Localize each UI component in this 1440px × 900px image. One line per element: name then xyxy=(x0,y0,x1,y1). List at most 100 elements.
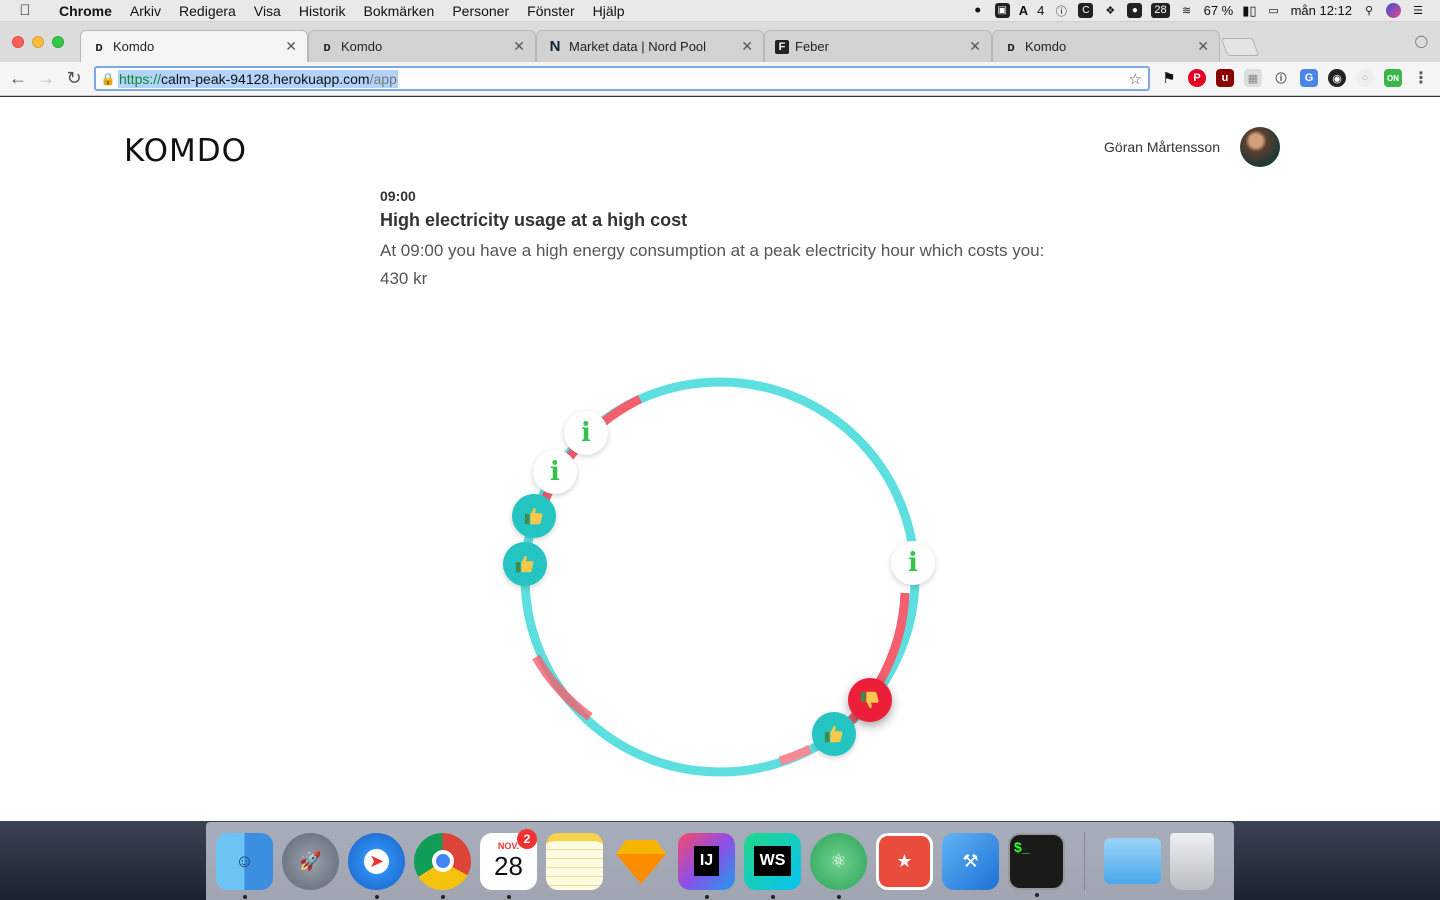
onepassword-icon[interactable]: ⓘ xyxy=(1053,3,1069,19)
extension-grid-icon[interactable]: ▦ xyxy=(1244,69,1262,87)
ring-marker-good[interactable] xyxy=(512,494,556,538)
thumbs-down-icon xyxy=(860,691,879,709)
notification-title: High electricity usage at a high cost xyxy=(380,210,688,230)
ring-marker-good[interactable] xyxy=(812,712,856,756)
user-avatar[interactable] xyxy=(1240,127,1280,167)
dock: ☺ 🚀 ➤ NOV. 28 2 IJ WS ⚛ ★ ⚒ $_ xyxy=(206,822,1234,900)
launchpad-icon[interactable]: 🚀 xyxy=(282,832,339,890)
calendar-icon[interactable]: NOV. 28 2 xyxy=(480,828,537,899)
status-dark-circle-icon[interactable]: ⚫ xyxy=(970,3,986,19)
menu-arkiv[interactable]: Arkiv xyxy=(121,3,170,19)
calendar-badge: 2 xyxy=(517,828,537,849)
spotlight-search-icon[interactable]: ⚲ xyxy=(1361,3,1377,19)
window-minimize-button[interactable] xyxy=(32,36,44,48)
info-icon: i xyxy=(908,548,918,578)
notification-body: At 09:00 you have a high energy consumpt… xyxy=(380,241,1045,288)
apple-icon[interactable]:  xyxy=(0,2,50,19)
ring-marker-info[interactable]: i xyxy=(564,411,608,455)
thumbs-up-icon xyxy=(824,725,843,743)
tab-nordpool[interactable]: N Market data | Nord Pool ✕ xyxy=(536,30,764,62)
url-scheme: https:// xyxy=(119,70,162,87)
menu-personer[interactable]: Personer xyxy=(443,3,518,19)
window-close-button[interactable] xyxy=(12,36,24,48)
menu-fonster[interactable]: Fönster xyxy=(518,3,583,19)
status-c-icon[interactable]: C xyxy=(1078,3,1094,18)
ring-marker-good[interactable] xyxy=(503,542,547,586)
user-name[interactable]: Göran Mårtensson xyxy=(1104,139,1220,155)
tab-komdo-2[interactable]: ᴅ Komdo ✕ xyxy=(308,30,536,62)
dropbox-icon[interactable]: ❖ xyxy=(1102,3,1118,19)
menu-app-name[interactable]: Chrome xyxy=(50,3,121,19)
wunderlist-icon[interactable]: ★ xyxy=(876,832,933,890)
extension-faded-icon[interactable]: ○ xyxy=(1356,69,1374,87)
forward-arrow-icon[interactable]: → xyxy=(32,68,60,89)
chrome-icon[interactable] xyxy=(414,832,471,899)
adobe-icon[interactable]: A xyxy=(1019,3,1028,18)
feber-f-icon: F xyxy=(775,39,789,54)
notes-icon[interactable] xyxy=(546,832,603,890)
menu-bokmarken[interactable]: Bokmärken xyxy=(355,3,444,19)
profile-icon[interactable]: ◯ xyxy=(1415,34,1428,48)
ring-marker-info[interactable]: i xyxy=(533,450,577,494)
adobe-count: 4 xyxy=(1037,3,1045,18)
pinterest-icon[interactable]: P xyxy=(1188,69,1206,87)
reload-icon[interactable]: ↻ xyxy=(60,68,88,89)
notification-center-icon[interactable]: ☰ xyxy=(1410,3,1426,19)
tab-close-icon[interactable]: ✕ xyxy=(1197,38,1209,55)
webstorm-icon[interactable]: WS xyxy=(744,832,801,899)
wifi-icon[interactable]: ≋ xyxy=(1179,3,1195,19)
menu-hjalp[interactable]: Hjälp xyxy=(584,3,634,19)
thumbs-up-icon xyxy=(515,555,534,573)
calendar-day-badge[interactable]: 28 xyxy=(1151,3,1170,18)
google-translate-icon[interactable]: G xyxy=(1300,69,1318,87)
status-box-icon[interactable]: ▣ xyxy=(994,3,1010,18)
extension-gun-icon[interactable]: ⚑ xyxy=(1160,69,1178,87)
calendar-day: 28 xyxy=(494,850,523,881)
tab-komdo-1[interactable]: ᴅ Komdo ✕ xyxy=(80,30,308,62)
ring-marker-info[interactable]: i xyxy=(891,541,935,585)
folder-icon[interactable] xyxy=(1104,838,1161,884)
airplay-icon[interactable]: ▭ xyxy=(1266,3,1282,19)
ring-marker-bad[interactable] xyxy=(848,678,892,722)
ring-segment-high xyxy=(778,744,813,766)
url-host: calm-peak-94128.herokuapp.com xyxy=(161,70,370,87)
url-text[interactable]: https://calm-peak-94128.herokuapp.com/ap… xyxy=(118,69,398,88)
color-picker-icon[interactable]: ◉ xyxy=(1328,69,1346,87)
chrome-menu-icon[interactable]: ⋮ xyxy=(1412,69,1430,87)
tab-close-icon[interactable]: ✕ xyxy=(741,38,753,55)
bookmark-star-icon[interactable]: ☆ xyxy=(1129,70,1142,88)
extension-green-icon[interactable]: ON xyxy=(1384,69,1402,87)
trash-icon[interactable] xyxy=(1170,832,1214,890)
battery-icon[interactable]: ▮▯ xyxy=(1242,3,1256,19)
tab-title: Komdo xyxy=(1025,39,1067,54)
tab-close-icon[interactable]: ✕ xyxy=(513,38,525,55)
address-bar[interactable]: 🔒 https://calm-peak-94128.herokuapp.com/… xyxy=(94,66,1150,91)
tab-feber[interactable]: F Feber ✕ xyxy=(764,30,992,62)
atom-icon[interactable]: ⚛ xyxy=(810,832,867,899)
tab-komdo-3[interactable]: ᴅ Komdo ✕ xyxy=(992,30,1220,62)
terminal-icon[interactable]: $_ xyxy=(1008,832,1065,897)
tab-close-icon[interactable]: ✕ xyxy=(969,38,981,55)
komdo-d-icon: ᴅ xyxy=(323,39,331,54)
ublock-icon[interactable]: u xyxy=(1216,69,1234,87)
menu-historik[interactable]: Historik xyxy=(290,3,355,19)
window-maximize-button[interactable] xyxy=(52,36,64,48)
xcode-icon[interactable]: ⚒ xyxy=(942,832,999,890)
komdo-logo[interactable]: KOMDO xyxy=(124,133,247,169)
safari-icon[interactable]: ➤ xyxy=(348,832,405,899)
tab-close-icon[interactable]: ✕ xyxy=(285,38,297,55)
intellij-icon[interactable]: IJ xyxy=(678,832,735,899)
finder-icon[interactable]: ☺ xyxy=(216,832,273,899)
new-tab-button[interactable] xyxy=(1220,38,1260,56)
siri-icon[interactable] xyxy=(1386,3,1401,18)
onepassword-extension-icon[interactable]: ⓘ xyxy=(1272,69,1290,87)
thumbs-up-icon xyxy=(524,507,543,525)
menu-redigera[interactable]: Redigera xyxy=(170,3,245,19)
clock[interactable]: mån 12:12 xyxy=(1291,3,1352,18)
window-controls xyxy=(12,36,64,48)
status-record-icon[interactable]: ● xyxy=(1127,3,1143,18)
back-arrow-icon[interactable]: ← xyxy=(4,68,32,89)
menu-visa[interactable]: Visa xyxy=(245,3,290,19)
ring-segment-high xyxy=(532,654,593,721)
sketch-icon[interactable] xyxy=(612,833,669,890)
